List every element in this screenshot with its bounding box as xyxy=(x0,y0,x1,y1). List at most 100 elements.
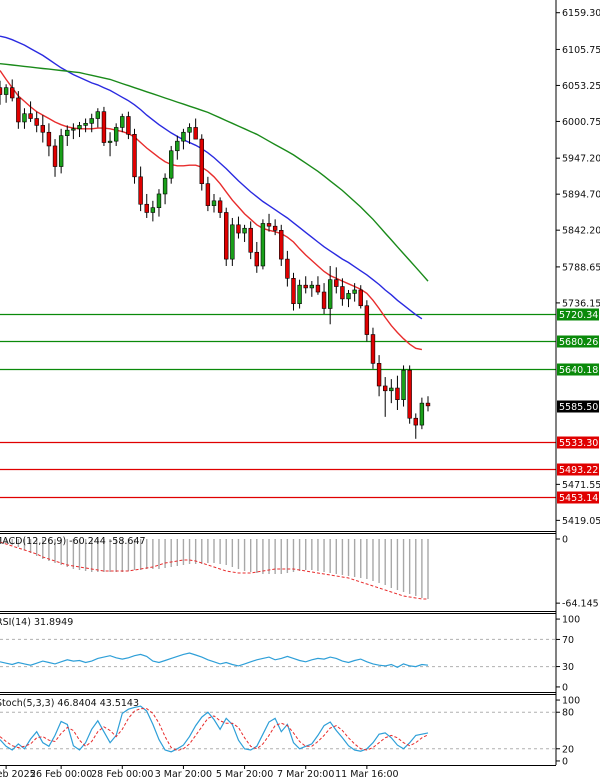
candle-body-bullish xyxy=(419,402,425,426)
candle-body-bearish xyxy=(40,125,45,133)
candle-body-bearish xyxy=(334,279,339,287)
candle-body-bearish xyxy=(315,284,321,293)
candle-body-bullish xyxy=(242,227,247,234)
candle-body-bearish xyxy=(376,363,382,387)
chart-root: 6159.30 6105.75 6053.25 6000.75 5947.20 5894.… xyxy=(0,0,600,780)
macd-label: MACD(12,26,9) -60.244 -58.647 xyxy=(0,536,146,547)
time-tick-label: 3 Mar 20:00 xyxy=(155,769,212,779)
candle-body-bearish xyxy=(34,118,39,126)
candle-body-bearish xyxy=(407,369,412,419)
candle xyxy=(58,128,64,174)
candle-body-bullish xyxy=(181,131,186,142)
price-tick-label: 6105.75 xyxy=(562,45,600,56)
candle-body-bearish xyxy=(101,111,107,143)
candle-body-bearish xyxy=(279,230,284,260)
price-tick-label: 6159.30 xyxy=(562,8,600,19)
candle-body-bullish xyxy=(211,200,217,206)
candle-body-bearish xyxy=(52,145,58,167)
candle-body-bearish xyxy=(413,417,418,426)
candle-body-bullish xyxy=(389,387,394,392)
candle-body-bearish xyxy=(303,284,308,289)
candle-body-bearish xyxy=(340,286,345,300)
candle-body-bullish xyxy=(22,113,27,123)
price-tick-label: 5471.55 xyxy=(562,480,600,491)
macd-tick-label: -64.145 xyxy=(562,599,599,610)
current-price-label: 5585.50 xyxy=(559,402,598,413)
candle-body-bearish xyxy=(266,223,272,227)
macd-tick-label: 0 xyxy=(562,535,568,546)
candle-body-bullish xyxy=(346,293,351,300)
level-tag-label: 5493.22 xyxy=(559,465,598,476)
candle-body-bullish xyxy=(120,116,125,128)
candle xyxy=(224,207,229,266)
chart-background xyxy=(0,0,600,779)
stoch-tick-label: 20 xyxy=(562,744,574,755)
candle-body-bullish xyxy=(297,284,302,304)
rsi-label: RSI(14) 31.8949 xyxy=(0,617,73,628)
candle-body-bullish xyxy=(401,369,406,401)
candle-body-bullish xyxy=(71,128,76,131)
candle-body-bullish xyxy=(156,193,162,208)
candle-body-bearish xyxy=(272,225,278,231)
candle xyxy=(230,217,235,266)
chart-svg: 6159.30 6105.75 6053.25 6000.75 5947.20 5894.… xyxy=(0,0,600,780)
candle-body-bearish xyxy=(205,183,211,206)
stoch-tick-label: 0 xyxy=(562,756,568,767)
candle-body-bearish xyxy=(321,291,327,309)
candle-body-bearish xyxy=(138,176,143,205)
candle-body-bearish xyxy=(291,278,296,304)
time-tick-label: 5 Mar 20:00 xyxy=(216,769,273,779)
price-tick-label: 5736.15 xyxy=(562,298,600,309)
candle-body-bullish xyxy=(95,111,101,119)
candle-body-bullish xyxy=(83,123,88,126)
candle-body-bearish xyxy=(370,334,376,364)
candle-body-bearish xyxy=(425,402,431,407)
candle-body-bullish xyxy=(3,87,9,95)
candle-body-bullish xyxy=(352,289,357,294)
candle xyxy=(407,365,412,424)
stoch-tick-label: 100 xyxy=(562,696,580,707)
candle-body-bullish xyxy=(230,224,235,260)
candle-body-bearish xyxy=(248,227,253,253)
level-tag-label: 5453.14 xyxy=(559,493,598,504)
rsi-tick-label: 0 xyxy=(562,682,568,693)
candle-body-bullish xyxy=(107,140,113,143)
candle-body-bearish xyxy=(358,289,363,307)
price-tick-label: 6000.75 xyxy=(562,117,600,128)
candle-body-bearish xyxy=(10,87,15,99)
candle-body-bullish xyxy=(65,129,70,136)
time-tick-label: 7 Mar 20:00 xyxy=(277,769,334,779)
candle xyxy=(132,128,137,184)
candle-body-bearish xyxy=(144,203,149,213)
candle-body-bullish xyxy=(187,127,192,133)
candle-body-bullish xyxy=(150,207,156,213)
time-tick-label: 11 Mar 16:00 xyxy=(335,769,398,779)
candle-body-bullish xyxy=(77,125,82,130)
rsi-tick-label: 70 xyxy=(562,635,574,646)
candle-body-bullish xyxy=(113,127,119,142)
candle-body-bearish xyxy=(217,200,223,213)
candle-body-bearish xyxy=(236,224,241,234)
candle-body-bullish xyxy=(58,135,64,167)
candle-body-bullish xyxy=(327,279,333,309)
candle xyxy=(199,134,204,191)
price-tick-label: 5842.20 xyxy=(562,226,600,237)
level-tag-label: 5680.26 xyxy=(559,337,598,348)
candle-body-bullish xyxy=(162,177,168,195)
rsi-tick-label: 30 xyxy=(562,662,574,673)
price-tick-label: 5947.20 xyxy=(562,154,600,165)
level-tag-label: 5720.34 xyxy=(559,310,598,321)
candle-body-bearish xyxy=(285,258,290,279)
candle-body-bearish xyxy=(383,385,388,392)
candle-body-bearish xyxy=(199,138,204,184)
price-tick-label: 5788.65 xyxy=(562,262,600,273)
stoch-label: Stoch(5,3,3) 46.8404 43.5143 xyxy=(0,698,139,709)
candle-body-bearish xyxy=(126,116,131,135)
candle-body-bearish xyxy=(0,87,3,95)
candle-body-bullish xyxy=(175,140,180,152)
candle-body-bearish xyxy=(46,131,52,147)
candle-body-bearish xyxy=(254,251,259,267)
price-tick-label: 5894.70 xyxy=(562,190,600,201)
price-tick-label: 6053.25 xyxy=(562,81,600,92)
candle-body-bearish xyxy=(132,133,137,178)
